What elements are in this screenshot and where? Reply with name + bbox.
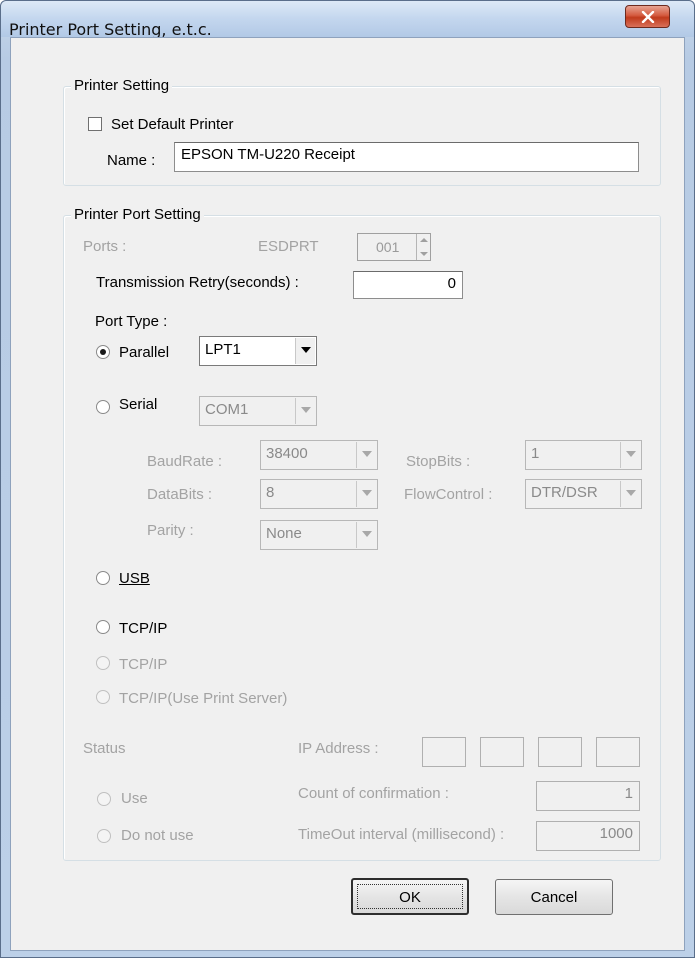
chevron-down-icon[interactable] [356, 522, 376, 548]
tcpip-sub-label: TCP/IP [119, 656, 168, 673]
parallel-port-value: LPT1 [205, 341, 241, 358]
stopbits-label: StopBits : [406, 453, 471, 470]
ports-label: Ports : [83, 238, 127, 255]
chevron-down-icon[interactable] [295, 338, 315, 364]
dialog-client-area: Printer Setting Set Default Printer Name… [10, 37, 685, 951]
parallel-radio[interactable] [96, 345, 110, 359]
spin-up-icon[interactable] [420, 238, 428, 242]
databits-label: DataBits : [147, 486, 213, 503]
do-not-use-label: Do not use [121, 827, 194, 844]
tcpip-print-server-label: TCP/IP(Use Print Server) [119, 690, 288, 707]
title-bar[interactable]: Printer Port Setting, e.t.c. [1, 1, 694, 39]
serial-radio[interactable] [96, 400, 110, 414]
ip-octet-4-field[interactable] [596, 737, 640, 767]
parallel-label: Parallel [119, 344, 170, 361]
tcpip-label: TCP/IP [119, 620, 168, 637]
transmission-retry-label: Transmission Retry(seconds) : [96, 274, 299, 291]
ip-octet-2-field[interactable] [480, 737, 524, 767]
use-radio[interactable] [97, 792, 111, 806]
tcpip-print-server-radio[interactable] [96, 690, 110, 704]
count-of-confirmation-value: 1 [624, 785, 633, 802]
flowcontrol-value: DTR/DSR [531, 484, 598, 501]
databits-value: 8 [266, 484, 275, 501]
ip-octet-1-field[interactable] [422, 737, 466, 767]
tcpip-radio[interactable] [96, 620, 110, 634]
ports-spinner-value: 001 [376, 239, 400, 255]
databits-select[interactable]: 8 [260, 479, 378, 509]
printer-name-field[interactable]: EPSON TM-U220 Receipt [174, 142, 639, 172]
printer-setting-legend: Printer Setting [71, 77, 173, 94]
tcpip-sub-radio[interactable] [96, 656, 110, 670]
chevron-down-icon[interactable] [295, 398, 315, 424]
serial-port-select[interactable]: COM1 [199, 396, 317, 426]
cancel-button[interactable]: Cancel [495, 879, 613, 915]
name-label: Name : [107, 152, 156, 169]
parity-label: Parity : [147, 522, 194, 539]
transmission-retry-field[interactable]: 0 [353, 271, 463, 299]
chevron-down-icon[interactable] [620, 442, 640, 468]
baudrate-value: 38400 [266, 445, 308, 462]
close-button[interactable] [625, 5, 670, 28]
stopbits-select[interactable]: 1 [525, 440, 642, 470]
ip-address-label: IP Address : [298, 740, 379, 757]
count-of-confirmation-label: Count of confirmation : [298, 785, 449, 802]
baudrate-label: BaudRate : [147, 453, 223, 470]
timeout-interval-value: 1000 [599, 825, 633, 842]
set-default-printer-label: Set Default Printer [111, 116, 234, 133]
do-not-use-radio[interactable] [97, 829, 111, 843]
parallel-port-select[interactable]: LPT1 [199, 336, 317, 366]
stopbits-value: 1 [531, 445, 540, 462]
port-type-label: Port Type : [95, 313, 168, 330]
parity-value: None [266, 525, 302, 542]
ok-button-label: OK [399, 889, 421, 906]
ip-octet-3-field[interactable] [538, 737, 582, 767]
flowcontrol-label: FlowControl : [404, 486, 493, 503]
transmission-retry-value: 0 [447, 275, 456, 292]
baudrate-select[interactable]: 38400 [260, 440, 378, 470]
ports-spinner[interactable]: 001 [357, 233, 431, 261]
spinner-arrows[interactable] [416, 234, 430, 260]
chevron-down-icon[interactable] [356, 442, 376, 468]
timeout-interval-field[interactable]: 1000 [536, 821, 640, 851]
set-default-printer-checkbox[interactable] [88, 117, 102, 131]
serial-port-value: COM1 [205, 401, 249, 418]
use-label: Use [121, 790, 148, 807]
printer-port-setting-legend: Printer Port Setting [71, 206, 204, 223]
cancel-button-label: Cancel [530, 889, 578, 906]
serial-label: Serial [119, 396, 158, 413]
chevron-down-icon[interactable] [356, 481, 376, 507]
ok-button[interactable]: OK [351, 878, 469, 915]
flowcontrol-select[interactable]: DTR/DSR [525, 479, 642, 509]
count-of-confirmation-field[interactable]: 1 [536, 781, 640, 811]
parity-select[interactable]: None [260, 520, 378, 550]
chevron-down-icon[interactable] [620, 481, 640, 507]
timeout-interval-label: TimeOut interval (millisecond) : [298, 826, 505, 843]
ports-name: ESDPRT [258, 238, 319, 255]
close-icon [641, 11, 655, 23]
usb-label: USB [119, 570, 150, 587]
spin-down-icon[interactable] [420, 252, 428, 256]
dialog-window: Printer Port Setting, e.t.c. Printer Set… [0, 0, 695, 958]
status-label: Status [83, 740, 126, 757]
usb-radio[interactable] [96, 571, 110, 585]
